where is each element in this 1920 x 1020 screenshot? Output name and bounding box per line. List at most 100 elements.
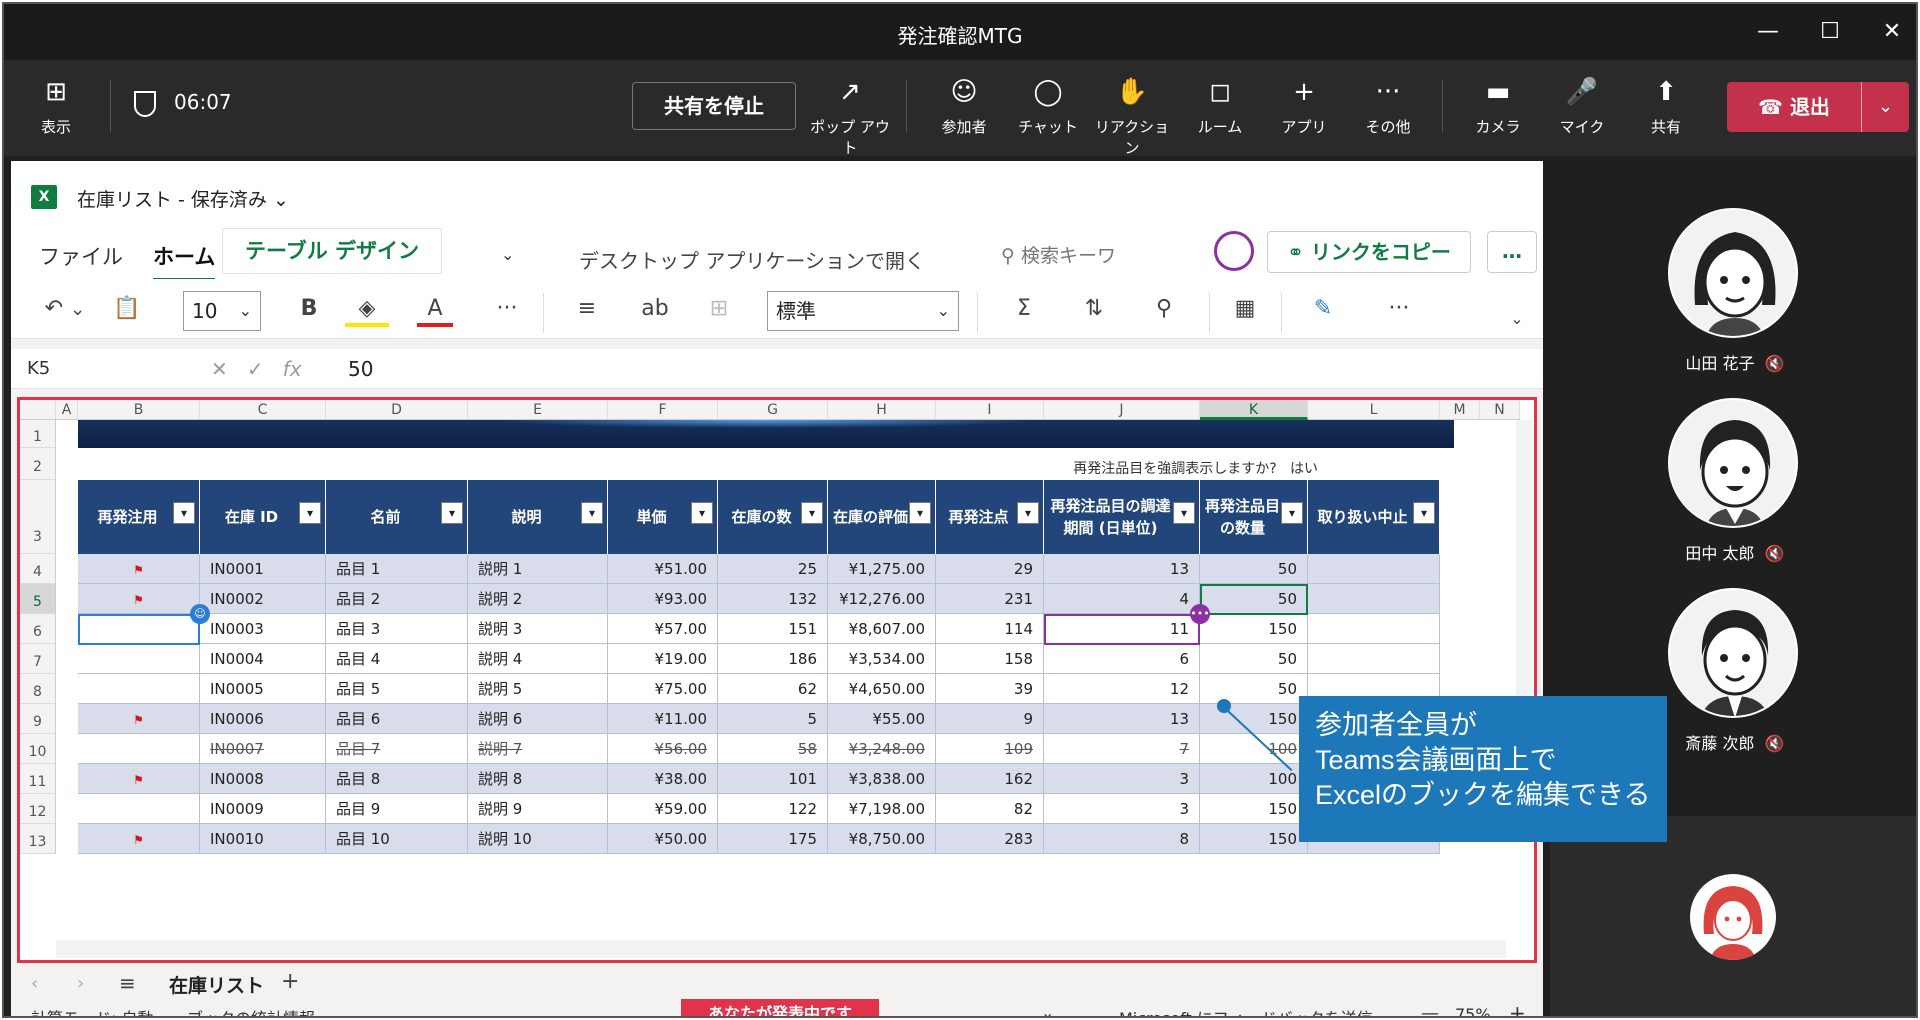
table-cell-reqty[interactable]: 150 xyxy=(1200,794,1308,824)
table-cell-flag[interactable]: ⚑ xyxy=(78,764,200,794)
filter-dropdown-icon[interactable]: ▾ xyxy=(581,502,603,524)
table-cell-qty[interactable]: 151 xyxy=(718,614,828,644)
table-cell-flag[interactable] xyxy=(78,794,200,824)
leave-options-chevron-icon[interactable]: ⌄ xyxy=(1862,82,1909,132)
table-cell-id[interactable]: IN0008 xyxy=(200,764,326,794)
table-cell-name[interactable]: 品目 7 xyxy=(326,734,468,764)
prev-sheet-icon[interactable]: ‹ xyxy=(31,973,38,994)
table-cell-reorder[interactable]: 9 xyxy=(936,704,1044,734)
next-sheet-icon[interactable]: › xyxy=(77,973,84,994)
filter-dropdown-icon[interactable]: ▾ xyxy=(1413,502,1435,524)
column-header-B[interactable]: B xyxy=(78,400,200,420)
table-cell-lead[interactable]: 8 xyxy=(1044,824,1200,854)
column-header-G[interactable]: G xyxy=(718,400,828,420)
table-cell-lead[interactable]: 6 xyxy=(1044,644,1200,674)
table-cell-price[interactable]: ¥59.00 xyxy=(608,794,718,824)
row-header-12[interactable]: 12 xyxy=(20,794,56,824)
table-cell-reorder[interactable]: 114 xyxy=(936,614,1044,644)
leave-button[interactable]: ☎ 退出 xyxy=(1727,82,1861,132)
zoom-out-icon[interactable]: — xyxy=(1421,1003,1439,1016)
table-cell-reqty[interactable]: 150 xyxy=(1200,824,1308,854)
table-cell-disc[interactable] xyxy=(1308,614,1440,644)
name-box[interactable]: K5 xyxy=(19,353,203,385)
filter-dropdown-icon[interactable]: ▾ xyxy=(691,502,713,524)
column-header-I[interactable]: I xyxy=(936,400,1044,420)
popout-button[interactable]: ↗ ポップ アウト xyxy=(808,72,892,157)
stop-sharing-button[interactable]: 共有を停止 xyxy=(632,82,796,130)
participant-card[interactable]: 斎藤 次郎 🔇 xyxy=(1668,588,1802,754)
find-icon[interactable]: ⚲ xyxy=(1141,291,1187,327)
table-cell-desc[interactable]: 説明 2 xyxy=(468,584,608,614)
column-header-L[interactable]: L xyxy=(1308,400,1440,420)
font-size-select[interactable]: 10 ⌄ xyxy=(183,291,261,331)
apps-button[interactable]: + アプリ xyxy=(1262,72,1346,148)
table-cell-lead[interactable]: 12 xyxy=(1044,674,1200,704)
table-cell-reqty[interactable]: 50 xyxy=(1200,554,1308,584)
column-header-F[interactable]: F xyxy=(608,400,718,420)
wrap-text-icon[interactable]: ab xyxy=(637,291,673,327)
row-header-13[interactable]: 13 xyxy=(20,824,56,854)
filter-dropdown-icon[interactable]: ▾ xyxy=(1173,502,1195,524)
table-cell-price[interactable]: ¥50.00 xyxy=(608,824,718,854)
undo-icon[interactable]: ↶ ⌄ xyxy=(41,291,89,327)
table-cell-qty[interactable]: 175 xyxy=(718,824,828,854)
column-header-E[interactable]: E xyxy=(468,400,608,420)
table-cell-flag[interactable]: ⚑ xyxy=(78,824,200,854)
table-cell-price[interactable]: ¥51.00 xyxy=(608,554,718,584)
filter-dropdown-icon[interactable]: ▾ xyxy=(441,502,463,524)
filter-dropdown-icon[interactable]: ▾ xyxy=(801,502,823,524)
maximize-icon[interactable]: ☐ xyxy=(1802,14,1858,50)
row-header-4[interactable]: 4 xyxy=(20,554,56,584)
workbook-name[interactable]: 在庫リスト - 保存済み ⌄ xyxy=(77,185,289,212)
table-cell-value[interactable]: ¥3,534.00 xyxy=(828,644,936,674)
column-header-A[interactable]: A xyxy=(56,400,78,420)
open-in-desktop[interactable]: デスクトップ アプリケーションで開く xyxy=(579,245,925,274)
participant-card[interactable]: 田中 太郎 🔇 xyxy=(1668,398,1802,564)
table-cell-desc[interactable]: 説明 7 xyxy=(468,734,608,764)
table-cell-name[interactable]: 品目 9 xyxy=(326,794,468,824)
collaborator-presence-icon[interactable]: ☺ xyxy=(190,604,210,624)
participant-card[interactable]: 山田 花子 🔇 xyxy=(1668,208,1802,374)
sort-filter-icon[interactable]: ⇅ xyxy=(1071,291,1117,327)
feedback-link[interactable]: Microsoft にフィードバックを送信 xyxy=(1119,1005,1373,1016)
table-cell-lead[interactable]: 13 xyxy=(1044,554,1200,584)
table-cell-reqty[interactable]: 50 xyxy=(1200,644,1308,674)
more-button[interactable]: ··· その他 xyxy=(1346,72,1430,148)
table-cell-flag[interactable]: ⚑ xyxy=(78,704,200,734)
table-cell-price[interactable]: ¥93.00 xyxy=(608,584,718,614)
collaborator-presence-icon[interactable]: ••• xyxy=(1190,604,1210,624)
table-cell-name[interactable]: 品目 3 xyxy=(326,614,468,644)
table-cell-value[interactable]: ¥8,750.00 xyxy=(828,824,936,854)
table-cell-lead[interactable]: 13 xyxy=(1044,704,1200,734)
table-cell-value[interactable]: ¥3,248.00 xyxy=(828,734,936,764)
row-header-9[interactable]: 9 xyxy=(20,704,56,734)
table-cell-flag[interactable] xyxy=(78,644,200,674)
column-header-M[interactable]: M xyxy=(1440,400,1480,420)
table-cell-lead[interactable]: 3 xyxy=(1044,794,1200,824)
table-cell-id[interactable]: IN0010 xyxy=(200,824,326,854)
filter-dropdown-icon[interactable]: ▾ xyxy=(299,502,321,524)
table-cell-value[interactable]: ¥12,276.00 xyxy=(828,584,936,614)
column-header-D[interactable]: D xyxy=(326,400,468,420)
participants-button[interactable]: ☺ 参加者 xyxy=(922,72,1006,148)
table-cell-value[interactable]: ¥4,650.00 xyxy=(828,674,936,704)
table-cell-id[interactable]: IN0005 xyxy=(200,674,326,704)
designer-icon[interactable]: ✎ xyxy=(1299,291,1347,327)
chat-button[interactable]: ◯ チャット xyxy=(1006,72,1090,148)
table-cell-flag[interactable] xyxy=(78,734,200,764)
table-cell-reorder[interactable]: 162 xyxy=(936,764,1044,794)
copy-link-button[interactable]: ⚭ リンクをコピー xyxy=(1267,231,1471,273)
zoom-in-icon[interactable]: + xyxy=(1509,1001,1526,1016)
table-cell-reqty[interactable]: 150 xyxy=(1200,614,1308,644)
table-cell-reqty[interactable]: 100 xyxy=(1200,734,1308,764)
table-cell-disc[interactable] xyxy=(1308,554,1440,584)
table-cell-reorder[interactable]: 283 xyxy=(936,824,1044,854)
sheet-list-icon[interactable]: ≡ xyxy=(119,971,136,995)
table-cell-name[interactable]: 品目 2 xyxy=(326,584,468,614)
table-cell-qty[interactable]: 58 xyxy=(718,734,828,764)
table-cell-flag[interactable]: ⚑ xyxy=(78,584,200,614)
filter-dropdown-icon[interactable]: ▾ xyxy=(1281,502,1303,524)
table-cell-reorder[interactable]: 82 xyxy=(936,794,1044,824)
table-cell-desc[interactable]: 説明 1 xyxy=(468,554,608,584)
fill-color-icon[interactable]: ◈ xyxy=(345,291,389,327)
